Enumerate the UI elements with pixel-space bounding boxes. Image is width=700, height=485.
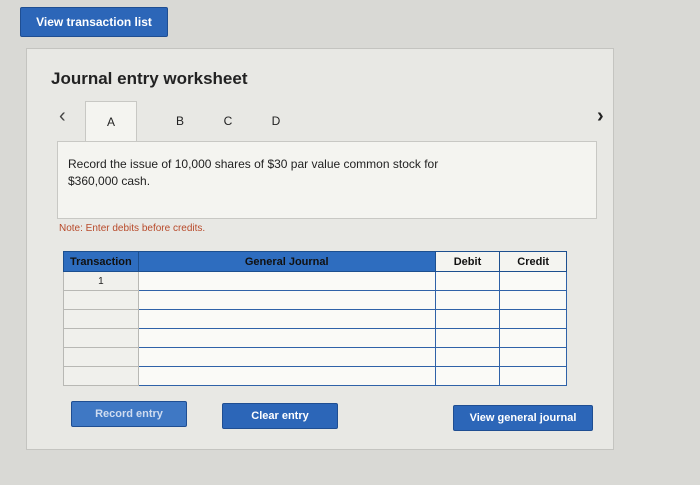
transaction-cell bbox=[63, 290, 139, 310]
debit-cell[interactable] bbox=[434, 309, 501, 329]
transaction-cell: 1 bbox=[63, 271, 139, 291]
account-cell[interactable] bbox=[137, 366, 436, 386]
debit-cell[interactable] bbox=[434, 328, 501, 348]
transaction-cell bbox=[63, 347, 139, 367]
credit-cell[interactable] bbox=[499, 347, 567, 367]
record-entry-button[interactable]: Record entry bbox=[71, 401, 187, 427]
chevron-left-icon[interactable]: ‹ bbox=[59, 105, 66, 128]
account-cell[interactable] bbox=[137, 271, 436, 291]
journal-table: Transaction General Journal Debit Credit… bbox=[63, 251, 567, 386]
debit-cell[interactable] bbox=[434, 271, 501, 291]
account-cell[interactable] bbox=[137, 347, 436, 367]
account-cell[interactable] bbox=[137, 290, 436, 310]
tab-d[interactable]: D bbox=[261, 101, 291, 141]
transaction-cell bbox=[63, 309, 139, 329]
worksheet-tabs: ‹ A B C D › bbox=[55, 101, 615, 141]
credit-cell[interactable] bbox=[499, 309, 567, 329]
header-general-journal: General Journal bbox=[137, 251, 436, 272]
transaction-cell bbox=[63, 366, 139, 386]
transaction-cell bbox=[63, 328, 139, 348]
credit-cell[interactable] bbox=[499, 366, 567, 386]
table-row bbox=[63, 309, 567, 329]
table-row: 1 bbox=[63, 271, 567, 291]
journal-worksheet-panel: Journal entry worksheet ‹ A B C D › Reco… bbox=[26, 48, 614, 450]
account-cell[interactable] bbox=[137, 309, 436, 329]
debit-cell[interactable] bbox=[434, 290, 501, 310]
table-row bbox=[63, 328, 567, 348]
view-transaction-list-button[interactable]: View transaction list bbox=[20, 7, 168, 37]
credit-cell[interactable] bbox=[499, 328, 567, 348]
note-text: Note: Enter debits before credits. bbox=[59, 223, 206, 234]
clear-entry-button[interactable]: Clear entry bbox=[222, 403, 338, 429]
table-row bbox=[63, 290, 567, 310]
view-general-journal-button[interactable]: View general journal bbox=[453, 405, 593, 431]
description-line-2: $360,000 cash. bbox=[68, 174, 151, 188]
header-debit: Debit bbox=[434, 251, 501, 272]
debit-cell[interactable] bbox=[434, 366, 501, 386]
tab-c[interactable]: C bbox=[213, 101, 243, 141]
debit-cell[interactable] bbox=[434, 347, 501, 367]
table-row bbox=[63, 347, 567, 367]
tab-b[interactable]: B bbox=[165, 101, 195, 141]
transaction-description: Record the issue of 10,000 shares of $30… bbox=[57, 141, 597, 219]
table-row bbox=[63, 366, 567, 386]
account-cell[interactable] bbox=[137, 328, 436, 348]
description-line-1: Record the issue of 10,000 shares of $30… bbox=[68, 157, 439, 171]
tab-a[interactable]: A bbox=[85, 101, 137, 141]
credit-cell[interactable] bbox=[499, 290, 567, 310]
chevron-right-icon[interactable]: › bbox=[597, 105, 604, 128]
header-credit: Credit bbox=[499, 251, 567, 272]
page-title: Journal entry worksheet bbox=[51, 69, 248, 88]
credit-cell[interactable] bbox=[499, 271, 567, 291]
header-transaction: Transaction bbox=[63, 251, 139, 272]
